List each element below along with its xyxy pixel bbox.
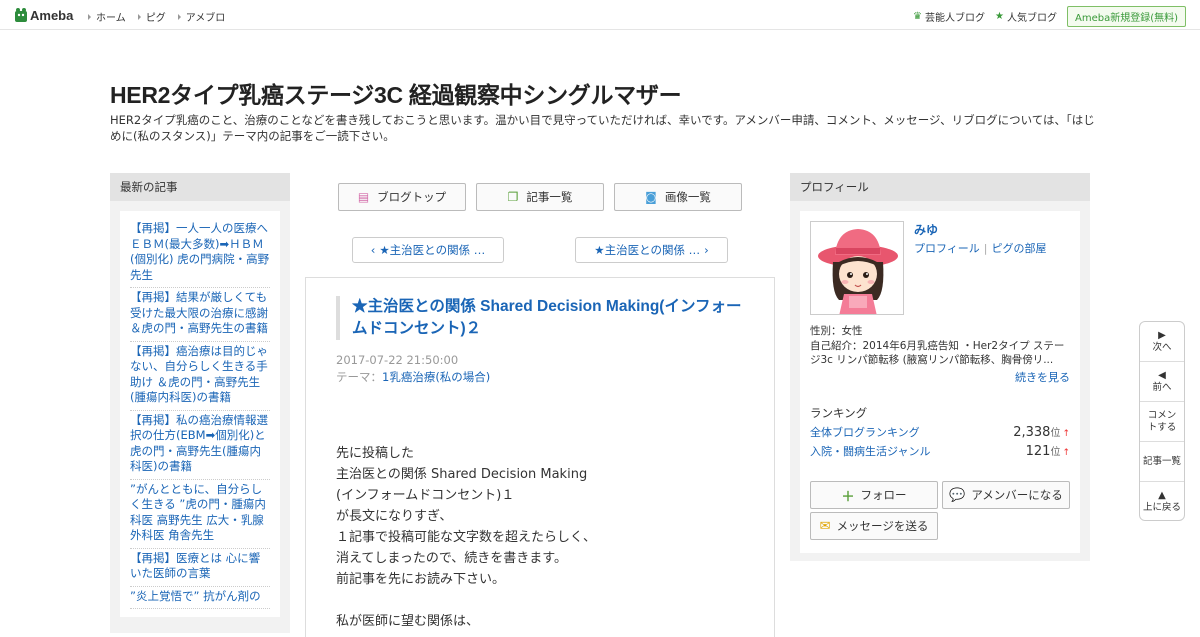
floating-nav: ▶ 次へ ◀ 前へ コメントする 記事一覧 ▲ 上に戻る <box>1139 321 1185 521</box>
camera-icon: ◙ <box>645 190 657 204</box>
recent-entries-list: 【再掲】一人一人の医療へ ＥＢＭ(最大多数)➡ＨＢＭ(個別化) 虎の門病院・高野… <box>120 211 280 617</box>
entry-theme: テーマ：1乳癌治療(私の場合) <box>336 370 491 384</box>
recent-entry[interactable]: ”がんとともに、自分らしく生きる ”虎の門・腫瘍内科医 高野先生 広大・乳腺外科… <box>130 480 270 549</box>
ameba-logo-icon <box>15 8 27 22</box>
profile-info: 性別：女性 自己紹介：2014年6月乳癌告知 ・Her2タイプ ステージ3c リ… <box>810 324 1072 368</box>
speech-bubble-icon: 💬 <box>949 487 966 503</box>
profile-intro: 自己紹介：2014年6月乳癌告知 ・Her2タイプ ステージ3c リンパ節転移 … <box>810 339 1065 367</box>
register-button[interactable]: Ameba新規登録(無料) <box>1066 6 1186 27</box>
entry-title[interactable]: ★主治医との関係 Shared Decision Making(インフォームドコ… <box>336 296 748 340</box>
chevron-right-icon: › <box>704 243 709 257</box>
ranking-heading: ランキング <box>810 406 868 420</box>
ranking-row: 全体ブログランキング 2,338位 ↑ <box>810 424 1070 440</box>
ameba-logo[interactable]: Ameba <box>14 6 73 24</box>
entry-article: ★主治医との関係 Shared Decision Making(インフォームドコ… <box>305 277 775 637</box>
profile-heading: プロフィール <box>790 173 1090 201</box>
logo-text: Ameba <box>30 7 74 23</box>
entry-line: 消えてしまったので、続きを書きます。 <box>336 551 568 566</box>
back-to-top-button[interactable]: ▲ 上に戻る <box>1140 482 1184 522</box>
profile-link[interactable]: プロフィール <box>914 242 980 255</box>
nav-pigg[interactable]: ピグ <box>137 9 166 24</box>
nav-home[interactable]: ホーム <box>88 9 126 24</box>
avatar[interactable] <box>810 221 904 315</box>
global-header: Ameba ホーム ピグ アメブロ ♛ 芸能人ブログ ★ 人気ブログ Ameba… <box>0 0 1200 30</box>
entry-line: が長文になりすぎ、 <box>336 509 453 524</box>
plus-icon: ＋ <box>841 489 855 505</box>
entry-theme-link[interactable]: 1乳癌治療(私の場合) <box>382 370 490 384</box>
triangle-icon <box>177 13 181 20</box>
document-icon: ▤ <box>357 190 370 204</box>
play-left-icon: ◀ <box>1158 369 1166 381</box>
send-message-button[interactable]: ✉ メッセージを送る <box>810 512 938 540</box>
amember-button[interactable]: 💬 アメンバーになる <box>942 481 1070 509</box>
profile-card: みゆ プロフィール | ピグの部屋 性別：女性 自己紹介：2014年6月乳癌告知 ・… <box>800 211 1080 553</box>
read-more-link[interactable]: 続きを見る <box>1015 369 1070 385</box>
entry-line: 前記事を先にお読み下さい。 <box>336 572 506 587</box>
chevron-left-icon: ‹ <box>370 243 376 257</box>
entry-body: 先に投稿した 主治医との関係 Shared Decision Making (イ… <box>336 443 596 632</box>
avatar-illustration <box>811 222 903 314</box>
entry-line: 主治医との関係 Shared Decision Making <box>336 467 588 482</box>
envelope-icon: ✉ <box>819 518 831 534</box>
celebrity-blog-link[interactable]: ♛ 芸能人ブログ <box>913 9 985 24</box>
entry-line: (インフォームドコンセント)１ <box>336 488 515 503</box>
popular-blog-link[interactable]: ★ 人気ブログ <box>995 9 1057 24</box>
global-nav: ホーム ピグ アメブロ <box>88 9 237 24</box>
star-icon: ★ <box>995 11 1004 22</box>
entry-list-tab[interactable]: ❐ 記事一覧 <box>476 183 604 211</box>
recent-entry[interactable]: 【再掲】私の癌治療情報選択の仕方(EBM➡個別化)と虎の門・高野先生(腫瘍内科医… <box>130 411 270 480</box>
recent-entry[interactable]: 【再掲】一人一人の医療へ ＥＢＭ(最大多数)➡ＨＢＭ(個別化) 虎の門病院・高野… <box>130 219 270 288</box>
profile-name[interactable]: みゆ <box>914 221 938 238</box>
list-icon: ❐ <box>507 190 519 204</box>
rank-up-icon: ↑ <box>1062 448 1070 458</box>
ranking-genre-link[interactable]: 入院・闘病生活ジャンル <box>810 443 930 459</box>
profile-links: プロフィール | ピグの部屋 <box>914 240 1047 256</box>
ranking-row: 入院・闘病生活ジャンル 121位 ↑ <box>810 443 1070 459</box>
separator: | <box>983 242 988 255</box>
recent-entry[interactable]: ”炎上覚悟で” 抗がん剤の <box>130 587 270 609</box>
blog-top-tab[interactable]: ▤ ブログトップ <box>338 183 466 211</box>
header-right-nav: ♛ 芸能人ブログ ★ 人気ブログ Ameba新規登録(無料) <box>913 6 1186 27</box>
ranking-value: 121位 ↑ <box>1025 444 1070 459</box>
entry-line: 私が医師に望む関係は、 <box>336 614 480 629</box>
nav-ameblo[interactable]: アメブロ <box>177 9 225 24</box>
next-entry-link[interactable]: ★主治医との関係 … › <box>575 237 728 263</box>
next-entry-button[interactable]: ▶ 次へ <box>1140 322 1184 362</box>
image-list-tab[interactable]: ◙ 画像一覧 <box>614 183 742 211</box>
entry-list-button[interactable]: 記事一覧 <box>1140 442 1184 482</box>
blog-description: HER2タイプ乳癌のこと、治療のことなどを書き残しておこうと思います。温かい目で… <box>110 113 1095 143</box>
triangle-icon <box>137 13 141 20</box>
triangle-up-icon: ▲ <box>1158 490 1166 501</box>
entry-line: 先に投稿した <box>336 446 415 461</box>
comment-button[interactable]: コメントする <box>1140 402 1184 442</box>
recent-entries-panel: 最新の記事 【再掲】一人一人の医療へ ＥＢＭ(最大多数)➡ＨＢＭ(個別化) 虎の… <box>110 173 290 633</box>
ranking-value: 2,338位 ↑ <box>1013 425 1070 440</box>
recent-entry[interactable]: 【再掲】医療とは 心に響いた医師の言葉 <box>130 549 270 587</box>
prev-entry-button[interactable]: ◀ 前へ <box>1140 362 1184 402</box>
recent-entries-heading: 最新の記事 <box>110 173 290 201</box>
entry-line: １記事で投稿可能な文字数を超えたらしく、 <box>336 530 597 545</box>
blog-tabs: ▤ ブログトップ ❐ 記事一覧 ◙ 画像一覧 <box>338 183 752 211</box>
profile-panel: プロフィール みゆ プロフィール | ピグの部屋 性別：女性 自己紹介：2014… <box>790 173 1090 561</box>
profile-gender: 性別：女性 <box>810 325 863 337</box>
triangle-icon <box>88 13 91 20</box>
crown-icon: ♛ <box>913 11 923 22</box>
recent-entry[interactable]: 【再掲】結果が厳しくても受けた最大限の治療に感謝 ＆虎の門・高野先生の書籍 <box>130 288 270 342</box>
prev-entry-link[interactable]: ‹ ★主治医との関係 … <box>352 237 504 263</box>
recent-entry[interactable]: 【再掲】癌治療は目的じゃない、自分らしく生きる手助け ＆虎の門・高野先生(腫瘍内… <box>130 342 270 411</box>
rank-up-icon: ↑ <box>1062 429 1070 439</box>
entry-line <box>336 590 596 611</box>
play-right-icon: ▶ <box>1158 329 1166 341</box>
follow-button[interactable]: ＋ フォロー <box>810 481 938 509</box>
entry-date: 2017-07-22 21:50:00 <box>336 353 459 367</box>
blog-title[interactable]: HER2タイプ乳癌ステージ3C 経過観察中シングルマザー <box>110 76 682 110</box>
pigg-room-link[interactable]: ピグの部屋 <box>992 242 1047 255</box>
ranking-overall-link[interactable]: 全体ブログランキング <box>810 424 920 440</box>
